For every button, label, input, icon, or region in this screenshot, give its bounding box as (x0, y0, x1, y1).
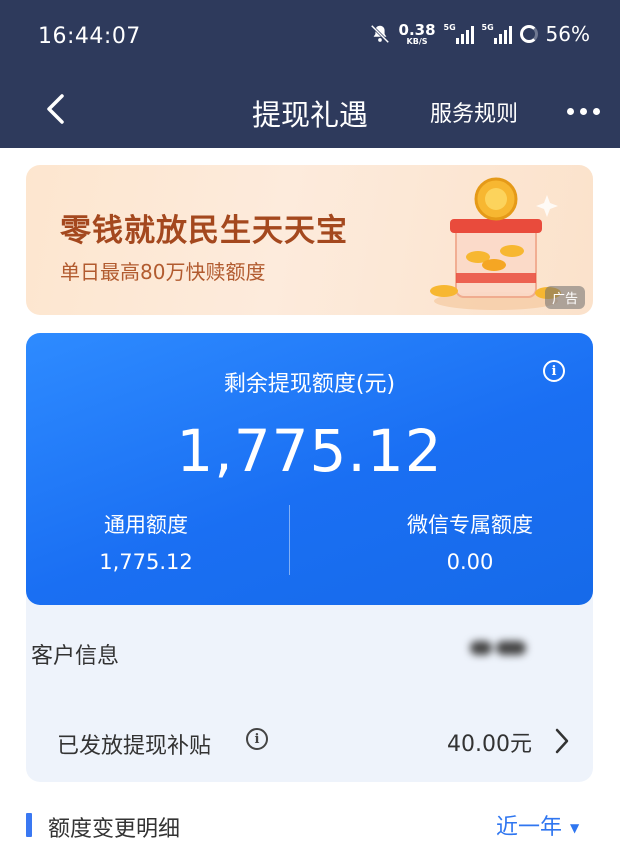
customer-info-value-redacted (470, 640, 540, 670)
time-range-value: 近一年 (496, 815, 563, 840)
dot (592, 107, 600, 115)
nav-bar: 提现礼遇 服务规则 (0, 72, 620, 148)
info-icon[interactable]: i (246, 728, 268, 750)
divider (289, 505, 290, 575)
time-range-dropdown[interactable]: 近一年 ▼ (496, 809, 579, 841)
signal-icon: 5G (482, 23, 512, 44)
subsidy-value: 40.00元 (447, 732, 532, 757)
net-speed: 0.38 KB/S (398, 20, 436, 46)
promo-banner[interactable]: 零钱就放民生天天宝 单日最高80万快赎额度 广告 (26, 165, 593, 315)
ad-badge: 广告 (544, 286, 585, 309)
mute-bell-icon (370, 24, 389, 44)
remaining-quota-label: 剩余提现额度(元) (223, 372, 396, 397)
remaining-quota-amount: 1,775.12 (176, 417, 443, 485)
battery-percent: 56% (545, 22, 590, 46)
subsidy-label: 已发放提现补贴 (57, 734, 212, 759)
quota-change-section: 额度变更明细 近一年 ▼ (26, 805, 593, 845)
service-rules-link[interactable]: 服务规则 (430, 96, 518, 128)
wechat-quota-label: 微信专属额度 (407, 513, 533, 537)
caret-down-icon: ▼ (570, 821, 580, 835)
app-header: 16:44:07 0.38 KB/S 5G 5G 56% 提现礼遇 服务规则 (0, 0, 620, 148)
section-accent-bar (26, 813, 32, 837)
status-icons: 0.38 KB/S 5G 5G 56% (369, 22, 590, 46)
general-quota-label: 通用额度 (104, 513, 188, 537)
customer-info-label: 客户信息 (31, 644, 120, 669)
dot (566, 107, 574, 115)
battery-icon (519, 25, 538, 43)
dot (579, 107, 587, 115)
page-title: 提现礼遇 (251, 98, 368, 132)
general-quota-value: 1,775.12 (99, 550, 193, 574)
banner-subtitle: 单日最高80万快赎额度 (60, 260, 266, 284)
signal-icon: 5G (444, 23, 474, 44)
quota-card: i 剩余提现额度(元) 1,775.12 通用额度 1,775.12 微信专属额… (26, 333, 593, 605)
more-options-button[interactable] (558, 86, 608, 136)
status-bar: 16:44:07 0.38 KB/S 5G 5G 56% (0, 0, 620, 72)
wechat-quota-value: 0.00 (446, 550, 494, 574)
banner-title: 零钱就放民生天天宝 (60, 213, 348, 249)
section-title: 额度变更明细 (48, 817, 181, 842)
status-time: 16:44:07 (38, 24, 141, 49)
subsidy-row[interactable]: 已发放提现补贴 i 40.00元 (26, 712, 593, 768)
chevron-right-icon (555, 728, 569, 754)
